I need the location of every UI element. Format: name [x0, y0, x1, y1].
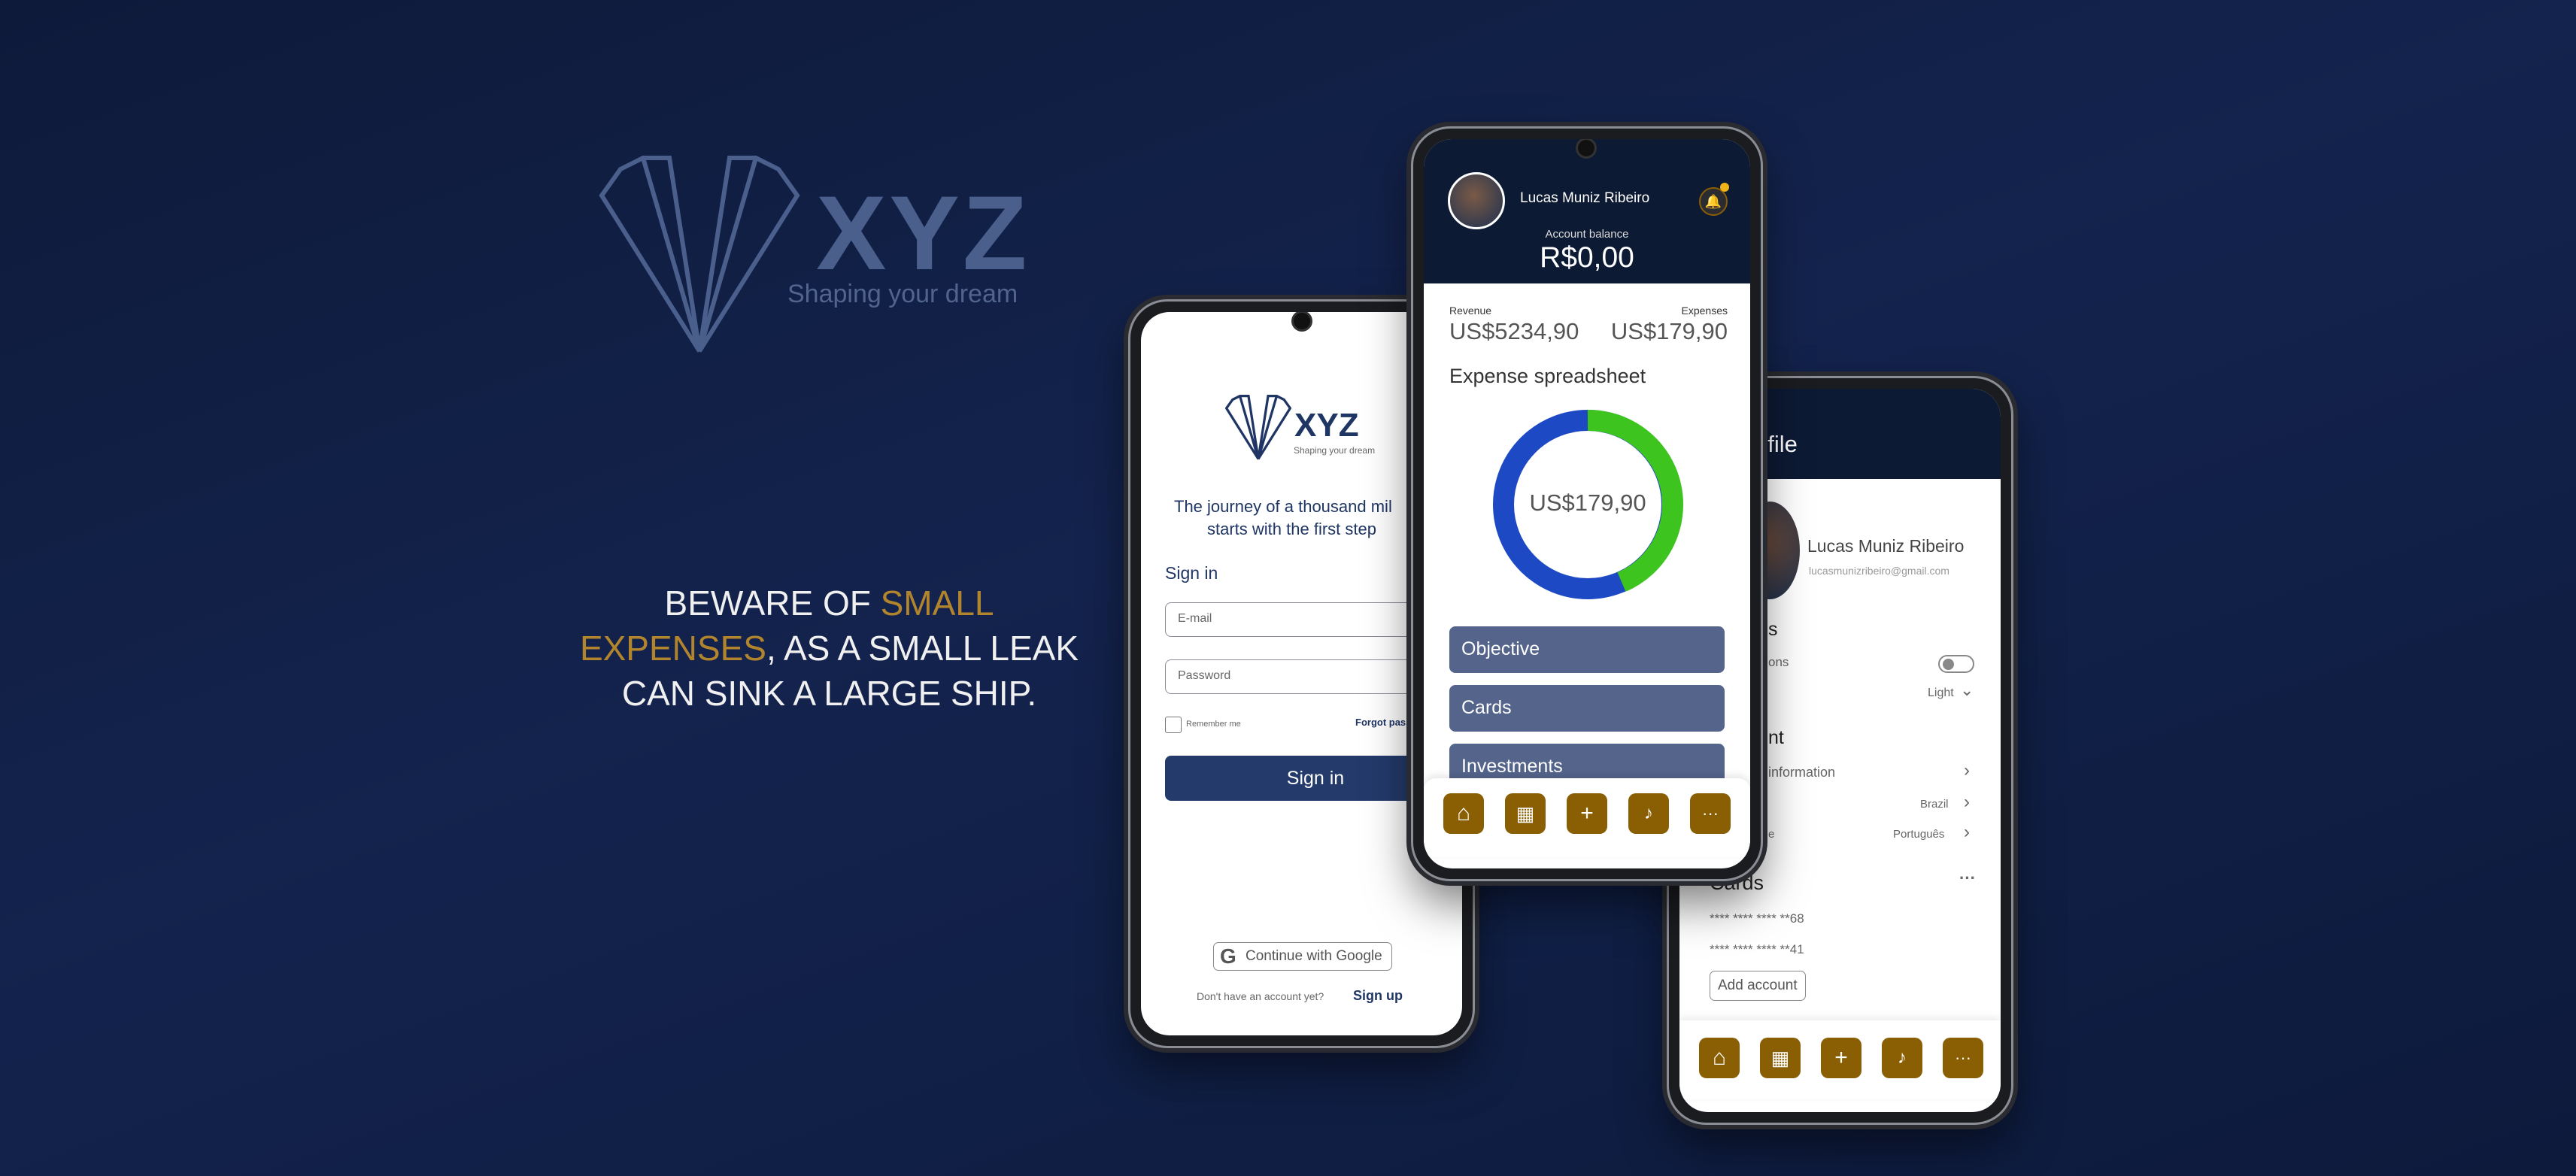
plus-icon[interactable]: + [1821, 1038, 1861, 1078]
more-icon[interactable]: ··· [1690, 793, 1731, 834]
chevron-down-icon[interactable]: ⌄ [1960, 680, 1974, 700]
remember-checkbox[interactable] [1165, 717, 1182, 733]
spreadsheet-title: Expense spreadsheet [1449, 365, 1646, 387]
quote-text: BEWARE OF SMALL EXPENSES, AS A SMALL LEA… [579, 583, 1079, 713]
balance-value: R$0,00 [1540, 241, 1634, 274]
bottom-nav: ⌂ ▦ + ♪ ··· [1424, 778, 1750, 857]
expenses-label: Expenses [1681, 305, 1728, 317]
forgot-password-link[interactable]: Forgot pass [1355, 717, 1411, 728]
language-label: e [1768, 828, 1775, 841]
home-icon[interactable]: ⌂ [1699, 1038, 1740, 1078]
card-number: **** **** **** **41 [1710, 942, 1804, 956]
donut-center-value: US$179,90 [1529, 489, 1646, 516]
login-logo-tagline: Shaping your dream [1294, 445, 1376, 456]
google-icon: G [1220, 944, 1236, 968]
cards-button[interactable]: Cards [1449, 685, 1725, 732]
profile-user-name: Lucas Muniz Ribeiro [1807, 536, 1965, 556]
language-value: Português [1893, 828, 1945, 841]
remember-label: Remember me [1186, 720, 1241, 729]
plus-icon[interactable]: + [1567, 793, 1607, 834]
diamond-logo-icon [599, 156, 800, 353]
notification-dot [1720, 183, 1729, 192]
home-icon[interactable]: ⌂ [1443, 793, 1484, 834]
chevron-right-icon[interactable]: › [1964, 792, 1970, 813]
dashboard-screen: Lucas Muniz Ribeiro 🔔 Account balance R$… [1424, 139, 1750, 868]
user-name: Lucas Muniz Ribeiro [1520, 190, 1650, 206]
information-label[interactable]: information [1768, 765, 1835, 780]
card-number: **** **** **** **68 [1710, 911, 1804, 926]
brand-name: XYZ [816, 174, 1030, 292]
account-section-title: nt [1768, 727, 1784, 748]
google-button[interactable]: G Continue with Google [1213, 942, 1392, 971]
more-icon[interactable]: ··· [1959, 868, 1976, 888]
add-account-button[interactable]: Add account [1710, 971, 1806, 1001]
bottom-nav: ⌂ ▦ + ♪ ··· [1679, 1020, 2001, 1099]
login-logo-name: XYZ [1294, 407, 1359, 444]
more-icon[interactable]: ··· [1943, 1038, 1983, 1078]
bell-icon[interactable]: ♪ [1628, 793, 1669, 834]
theme-value: Light [1928, 687, 1954, 699]
objective-button[interactable]: Objective [1449, 626, 1725, 673]
profile-email: lucasmunizribeiro@gmail.com [1809, 565, 1949, 577]
revenue-label: Revenue [1449, 305, 1492, 317]
phone-main: Lucas Muniz Ribeiro 🔔 Account balance R$… [1411, 126, 1763, 881]
table-icon[interactable]: ▦ [1505, 793, 1546, 834]
country-value: Brazil [1920, 798, 1949, 811]
signup-link[interactable]: Sign up [1353, 988, 1403, 1004]
chevron-right-icon[interactable]: › [1964, 822, 1970, 843]
brand-tagline: Shaping your dream [787, 280, 1018, 308]
diamond-logo-icon [1225, 395, 1291, 460]
no-account-text: Don't have an account yet? [1197, 990, 1324, 1002]
expenses-value: US$179,90 [1610, 318, 1728, 344]
balance-label: Account balance [1545, 228, 1629, 241]
signin-title: Sign in [1165, 563, 1218, 583]
notifications-label: ons [1768, 655, 1789, 669]
table-icon[interactable]: ▦ [1760, 1038, 1801, 1078]
chevron-right-icon[interactable]: › [1964, 760, 1970, 781]
preferences-section-title: s [1768, 619, 1778, 640]
revenue-value: US$5234,90 [1449, 318, 1579, 344]
avatar[interactable] [1448, 172, 1505, 229]
notifications-toggle[interactable] [1938, 655, 1974, 673]
bell-icon[interactable]: ♪ [1882, 1038, 1922, 1078]
